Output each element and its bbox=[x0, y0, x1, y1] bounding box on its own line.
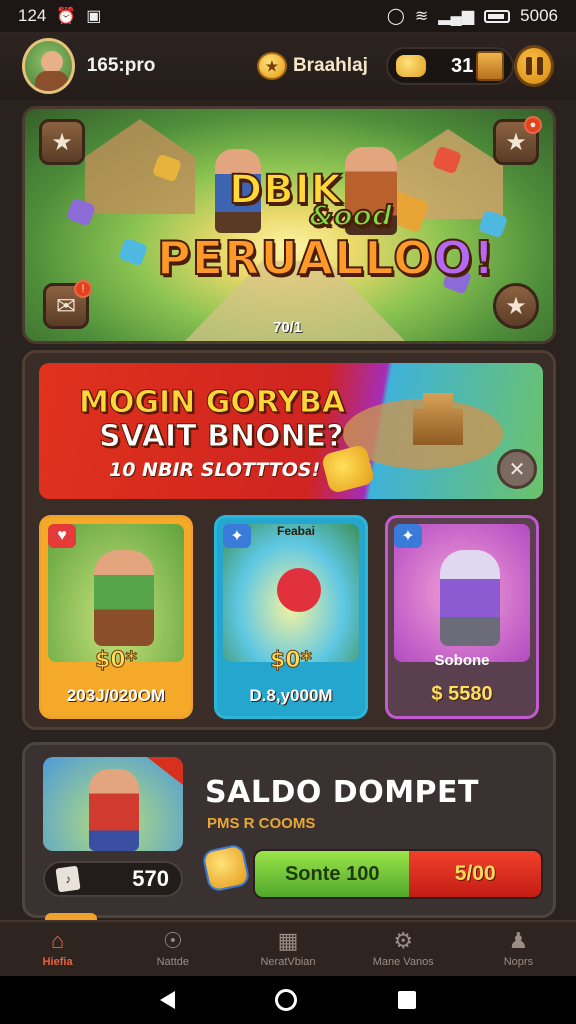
flag-icon bbox=[147, 757, 183, 785]
map-icon: ▦ bbox=[277, 928, 299, 953]
signal-icon: ▂▄▆ bbox=[438, 8, 475, 25]
wallet-art bbox=[43, 757, 183, 851]
alarm-clock-icon: ◯ bbox=[386, 8, 405, 25]
wallet-red-button[interactable]: 5/00 bbox=[409, 851, 541, 897]
bottom-nav: ⌂ Hiefia ☉ Nattde ▦ NeratVbian ⚙ Mane Va… bbox=[0, 920, 576, 976]
pause-icon bbox=[525, 57, 532, 75]
currency-primary[interactable]: ★ Braahlaj bbox=[256, 52, 368, 80]
offer-card[interactable]: ✦ Feabai $0* D.8,y000M bbox=[214, 515, 368, 719]
wallet-balance[interactable]: ♪ 570 bbox=[43, 861, 183, 897]
wallet-action-bar: Sonte 100 5/00 bbox=[253, 849, 543, 899]
message-button[interactable]: ✉ ! bbox=[43, 280, 92, 329]
offer-cards: ♥ $0* 203J/020OM ✦ Feabai $0* D.8,y000M … bbox=[39, 515, 543, 721]
notification-icon: ▣ bbox=[86, 8, 102, 25]
hero-figure bbox=[89, 769, 139, 851]
offer-card-value: 203J/020OM bbox=[66, 686, 166, 705]
close-button[interactable]: ✕ bbox=[497, 449, 537, 489]
hero-title-line3: PERUALLOO! bbox=[156, 230, 496, 286]
wallet-subtitle: PMS R COOMS bbox=[207, 815, 316, 832]
offers-panel: MOGIN GORYBA SVAIT BNONE? 10 NBIR SLOTTT… bbox=[22, 350, 556, 730]
offer-card-value: D.8,y000M bbox=[249, 686, 333, 705]
currency-primary-label: Braahlaj bbox=[292, 55, 368, 76]
wifi-icon: ≋ bbox=[414, 8, 429, 25]
wallet-title: SALDO DOMPET bbox=[205, 775, 479, 810]
system-nav-bar bbox=[0, 976, 576, 1024]
pause-button[interactable] bbox=[514, 45, 554, 87]
flower-figure bbox=[277, 568, 321, 612]
status-time: 124 bbox=[18, 6, 47, 25]
rewards-button[interactable]: ★ ● bbox=[493, 116, 542, 165]
pause-icon-bar bbox=[536, 57, 543, 75]
star-icon: ★ bbox=[51, 128, 73, 156]
offer-card-subtitle: Sobone bbox=[434, 652, 490, 669]
heart-icon: ♥ bbox=[48, 524, 76, 548]
star-icon: ★ bbox=[505, 128, 527, 156]
offer-card-value: $ 5580 bbox=[431, 683, 493, 705]
profile-icon: ♟ bbox=[508, 928, 529, 953]
hero-counter: 70/1 bbox=[273, 319, 303, 336]
promo-subheadline: SVAIT BNONE? bbox=[99, 419, 345, 455]
gold-nugget-icon bbox=[395, 55, 426, 77]
hero-banner[interactable]: DBIK &ood PERUALLOO! 70/1 ★ ★ ● ✉ ! ★ bbox=[22, 106, 556, 344]
star-button[interactable]: ★ bbox=[493, 283, 539, 329]
wallet-balance-value: 570 bbox=[132, 866, 169, 891]
gem-icon bbox=[117, 237, 149, 267]
recents-icon[interactable] bbox=[397, 991, 416, 1009]
hero-title-line3-accent: O! bbox=[432, 230, 496, 286]
coin-icon: ★ bbox=[256, 52, 287, 80]
home-icon: ⌂ bbox=[50, 928, 65, 953]
nav-item-map[interactable]: ▦ NeratVbian bbox=[230, 922, 345, 976]
nav-item-label: Mane Vanos bbox=[372, 956, 434, 968]
notification-badge-icon: ● bbox=[524, 116, 542, 134]
nav-item-home[interactable]: ⌂ Hiefia bbox=[0, 922, 115, 976]
offer-card-price: $0* bbox=[269, 648, 313, 674]
message-icon: ✉ bbox=[55, 292, 77, 320]
bolt-icon: ✦ bbox=[394, 524, 422, 548]
top-header: 165:pro ★ Braahlaj 31 bbox=[0, 32, 576, 100]
bolt-icon: ✦ bbox=[223, 524, 251, 548]
nav-item-settings[interactable]: ⚙ Mane Vanos bbox=[346, 922, 461, 976]
nav-item-label: NeratVbian bbox=[260, 956, 316, 968]
promo-banner[interactable]: MOGIN GORYBA SVAIT BNONE? 10 NBIR SLOTTT… bbox=[39, 363, 543, 499]
star-icon: ★ bbox=[505, 292, 527, 320]
hero-title-line2: &ood bbox=[308, 198, 393, 233]
chest-icon bbox=[476, 51, 505, 81]
coin-bag-icon bbox=[201, 843, 251, 893]
notification-badge-icon: ! bbox=[74, 280, 92, 298]
status-right-text: 5006 bbox=[520, 6, 558, 25]
nav-item-label: Noprs bbox=[503, 956, 534, 968]
currency-gold[interactable]: 31 bbox=[385, 47, 515, 85]
gear-icon: ⚙ bbox=[393, 928, 414, 953]
offer-card[interactable]: ✦ Sobone $ 5580 bbox=[385, 515, 539, 719]
compass-icon: ☉ bbox=[162, 928, 183, 953]
avatar[interactable] bbox=[22, 38, 75, 94]
nav-item-label: Hiefia bbox=[42, 956, 73, 968]
alarm-icon: ⏰ bbox=[56, 8, 77, 25]
favorite-button[interactable]: ★ bbox=[39, 119, 85, 165]
offer-card-tag: Feabai bbox=[277, 524, 316, 538]
promo-tagline: 10 NBIR SLOTTTOS! bbox=[109, 459, 321, 481]
offer-card[interactable]: ♥ $0* 203J/020OM bbox=[39, 515, 193, 719]
avatar-body bbox=[35, 71, 69, 91]
home-circle-icon[interactable] bbox=[275, 989, 298, 1011]
wallet-green-button[interactable]: Sonte 100 bbox=[255, 851, 410, 897]
battery-icon bbox=[484, 9, 511, 23]
username: 165:pro bbox=[86, 55, 156, 76]
currency-gold-value: 31 bbox=[451, 54, 474, 77]
hero-title-line3-main: PERUALLO bbox=[156, 230, 434, 286]
offer-card-price: $0* bbox=[94, 648, 138, 674]
avatar-face bbox=[41, 51, 63, 73]
promo-headline: MOGIN GORYBA bbox=[78, 385, 346, 421]
status-bar: 124 ⏰ ▣ ◯ ≋ ▂▄▆ 5006 bbox=[0, 0, 576, 32]
nav-item-explore[interactable]: ☉ Nattde bbox=[115, 922, 230, 976]
warrior-figure bbox=[94, 550, 154, 646]
nav-item-label: Nattde bbox=[156, 956, 190, 968]
back-icon[interactable] bbox=[160, 991, 176, 1009]
wallet-panel: SALDO DOMPET PMS R COOMS ♪ 570 Sonte 100… bbox=[22, 742, 556, 923]
music-note-icon: ♪ bbox=[55, 865, 81, 893]
nav-item-profile[interactable]: ♟ Noprs bbox=[461, 922, 576, 976]
close-icon: ✕ bbox=[508, 458, 526, 481]
robot-figure bbox=[440, 550, 500, 646]
